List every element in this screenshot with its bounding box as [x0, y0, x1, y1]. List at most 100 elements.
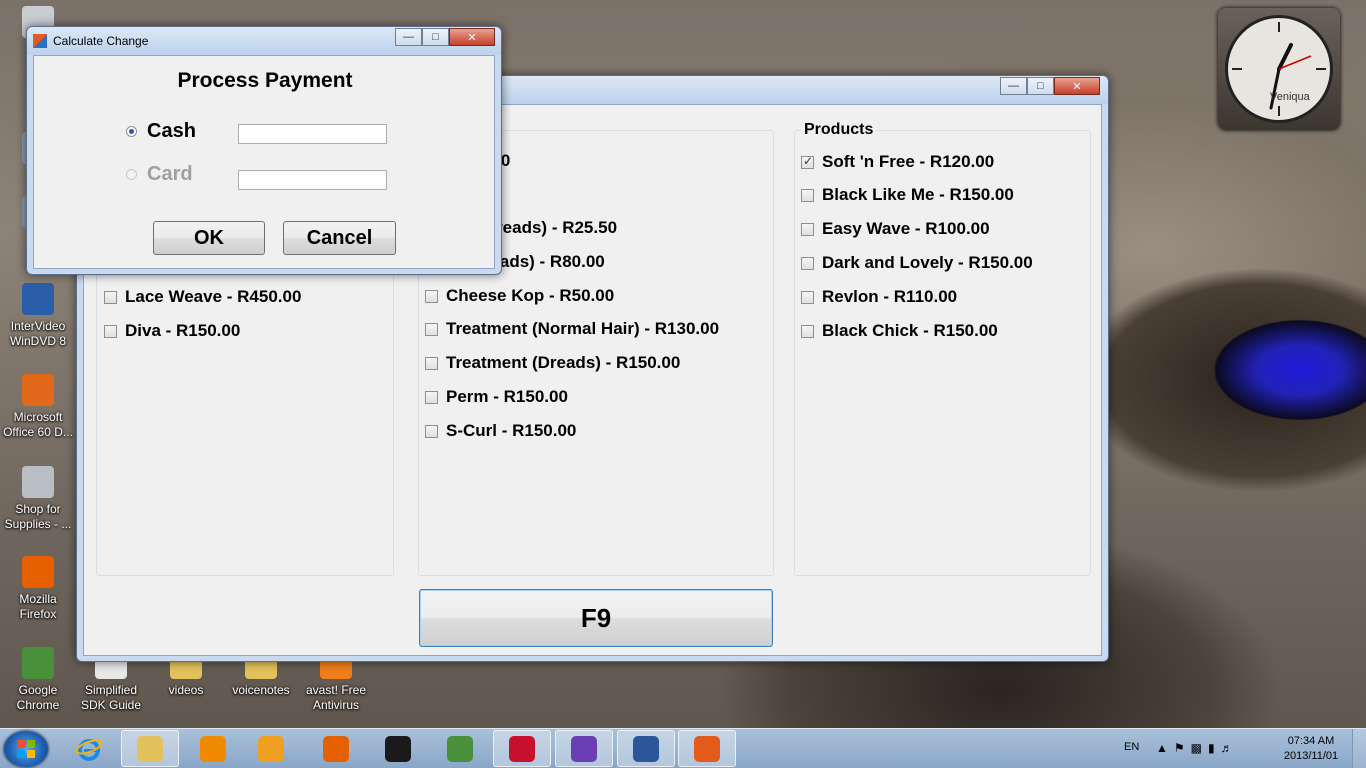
- card-radio-row[interactable]: Card: [126, 163, 193, 186]
- taskbar-button[interactable]: [121, 730, 179, 767]
- cash-radio[interactable]: [126, 126, 137, 137]
- dialog-title: Calculate Change: [53, 34, 149, 48]
- group-products-title: Products: [801, 121, 877, 139]
- start-button[interactable]: [4, 731, 48, 767]
- maximize-button[interactable]: □: [1027, 77, 1054, 95]
- checkbox-item[interactable]: Revlon - R110.00: [801, 287, 957, 307]
- firefox-icon: [323, 735, 349, 762]
- checkbox-item[interactable]: Cheese Kop - R50.00: [425, 286, 614, 306]
- checkbox-label: Treatment (Dreads) - R150.00: [446, 353, 681, 372]
- language-indicator[interactable]: EN: [1124, 741, 1139, 753]
- taskbar-button[interactable]: [617, 730, 675, 767]
- volume-icon[interactable]: ♬: [1221, 741, 1233, 755]
- checkbox[interactable]: [425, 424, 438, 438]
- media-player-icon: [258, 735, 284, 762]
- desktop-icon[interactable]: Google Chrome: [0, 647, 76, 713]
- tray-clock[interactable]: 07:34 AM 2013/11/01: [1276, 734, 1346, 764]
- minimize-button[interactable]: —: [1000, 77, 1027, 95]
- acrobat-icon: [509, 735, 535, 762]
- checkbox-item[interactable]: S-Curl - R150.00: [425, 421, 576, 441]
- desktop-icon[interactable]: Mozilla Firefox: [0, 556, 76, 622]
- checkbox[interactable]: [801, 188, 814, 202]
- checkbox[interactable]: [425, 390, 438, 404]
- taskbar-button[interactable]: [184, 730, 242, 767]
- dialog-maximize-button[interactable]: □: [422, 28, 449, 46]
- desktop-icon[interactable]: InterVideo WinDVD 8: [0, 283, 76, 349]
- cash-amount-input[interactable]: [238, 124, 387, 144]
- checkbox-item[interactable]: Lace Weave - R450.00: [104, 287, 301, 307]
- desktop-icon-glyph: [22, 466, 54, 498]
- checkbox-item[interactable]: Easy Wave - R100.00: [801, 219, 990, 239]
- card-amount-input[interactable]: [238, 170, 387, 190]
- taskbar-button[interactable]: [369, 730, 427, 767]
- checkbox-label: Diva - R150.00: [125, 321, 241, 340]
- taskbar-button[interactable]: [678, 730, 736, 767]
- cash-radio-row[interactable]: Cash: [126, 120, 196, 143]
- show-hidden-icons-icon[interactable]: ▲: [1156, 741, 1168, 755]
- checkbox-label: Easy Wave - R100.00: [822, 219, 990, 238]
- desktop-icon[interactable]: Shop for Supplies - ...: [0, 466, 76, 532]
- checkbox-item[interactable]: Treatment (Dreads) - R150.00: [425, 353, 680, 373]
- network-icon[interactable]: ▮: [1208, 741, 1215, 755]
- dialog-minimize-button[interactable]: —: [395, 28, 422, 46]
- taskbar-button[interactable]: [493, 730, 551, 767]
- checkbox-item[interactable]: Soft 'n Free - R120.00: [801, 152, 994, 172]
- checkbox-item[interactable]: Dark and Lovely - R150.00: [801, 253, 1033, 273]
- ok-button[interactable]: OK: [153, 221, 265, 255]
- checkbox[interactable]: [104, 290, 117, 304]
- checkbox[interactable]: [801, 222, 814, 236]
- checkbox-label: Perm - R150.00: [446, 387, 568, 406]
- taskbar-ie[interactable]: [60, 730, 118, 767]
- device-icon[interactable]: ▩: [1191, 741, 1202, 755]
- checkbox[interactable]: [104, 324, 117, 338]
- checkbox[interactable]: [425, 289, 438, 303]
- checkbox-item[interactable]: Perm - R150.00: [425, 387, 568, 407]
- action-center-icon[interactable]: ⚑: [1174, 741, 1185, 755]
- cancel-button[interactable]: Cancel: [283, 221, 396, 255]
- desktop-icon-label: InterVideo WinDVD 8: [9, 319, 66, 348]
- taskbar-button[interactable]: [555, 730, 613, 767]
- cash-label: Cash: [147, 120, 196, 142]
- winforms-app-icon: [694, 735, 720, 762]
- card-radio[interactable]: [126, 169, 137, 180]
- checkbox[interactable]: [801, 324, 814, 338]
- checkbox[interactable]: [801, 290, 814, 304]
- clock-gadget[interactable]: Veniqua: [1218, 8, 1340, 130]
- clock-face: Veniqua: [1225, 15, 1333, 123]
- checkbox[interactable]: [425, 322, 438, 336]
- main-window-caption-buttons: — □ ✕: [1000, 77, 1100, 95]
- show-desktop-button[interactable]: [1352, 729, 1366, 768]
- desktop-icon-glyph: [22, 556, 54, 588]
- app-icon: [33, 34, 47, 48]
- dialog-close-button[interactable]: ✕: [449, 28, 495, 46]
- tray-time: 07:34 AM: [1287, 735, 1335, 747]
- desktop-icon-label: Mozilla Firefox: [19, 592, 57, 621]
- checkbox-item[interactable]: Black Chick - R150.00: [801, 321, 998, 341]
- taskbar-button[interactable]: [431, 730, 489, 767]
- tray-icons: ▲ ⚑ ▩ ▮ ♬: [1156, 741, 1233, 755]
- checkbox-label: Soft 'n Free - R120.00: [822, 152, 995, 171]
- checkbox-item[interactable]: Black Like Me - R150.00: [801, 185, 1014, 205]
- taskbar-button[interactable]: [242, 730, 300, 767]
- checkbox[interactable]: [801, 256, 814, 270]
- checkbox-label: Treatment (Normal Hair) - R130.00: [446, 319, 720, 338]
- checkbox-label: Revlon - R110.00: [822, 287, 958, 306]
- dialog-client: Process Payment Cash Card OK Cancel: [33, 55, 495, 269]
- explorer-icon: [137, 735, 163, 762]
- f9-button[interactable]: F9: [419, 589, 773, 647]
- taskbar-button[interactable]: [307, 730, 365, 767]
- desktop-icon-label: voicenotes: [232, 683, 290, 697]
- calculate-change-dialog[interactable]: Calculate Change — □ ✕ Process Payment C…: [26, 26, 502, 275]
- desktop-icon-label: Shop for Supplies - ...: [4, 502, 72, 531]
- word-icon: [633, 735, 659, 762]
- checkbox[interactable]: [801, 154, 814, 169]
- desktop-icon[interactable]: Microsoft Office 60 D...: [0, 374, 76, 440]
- desktop-icon-label: videos: [168, 683, 204, 697]
- checkbox-item[interactable]: Diva - R150.00: [104, 321, 240, 341]
- checkbox-item[interactable]: Treatment (Normal Hair) - R130.00: [425, 319, 719, 339]
- checkbox[interactable]: [425, 356, 438, 370]
- checkbox-label: S-Curl - R150.00: [446, 421, 577, 440]
- tray-date: 2013/11/01: [1283, 750, 1339, 762]
- checkbox-label: Cheese Kop - R50.00: [446, 286, 615, 305]
- close-button[interactable]: ✕: [1054, 77, 1100, 95]
